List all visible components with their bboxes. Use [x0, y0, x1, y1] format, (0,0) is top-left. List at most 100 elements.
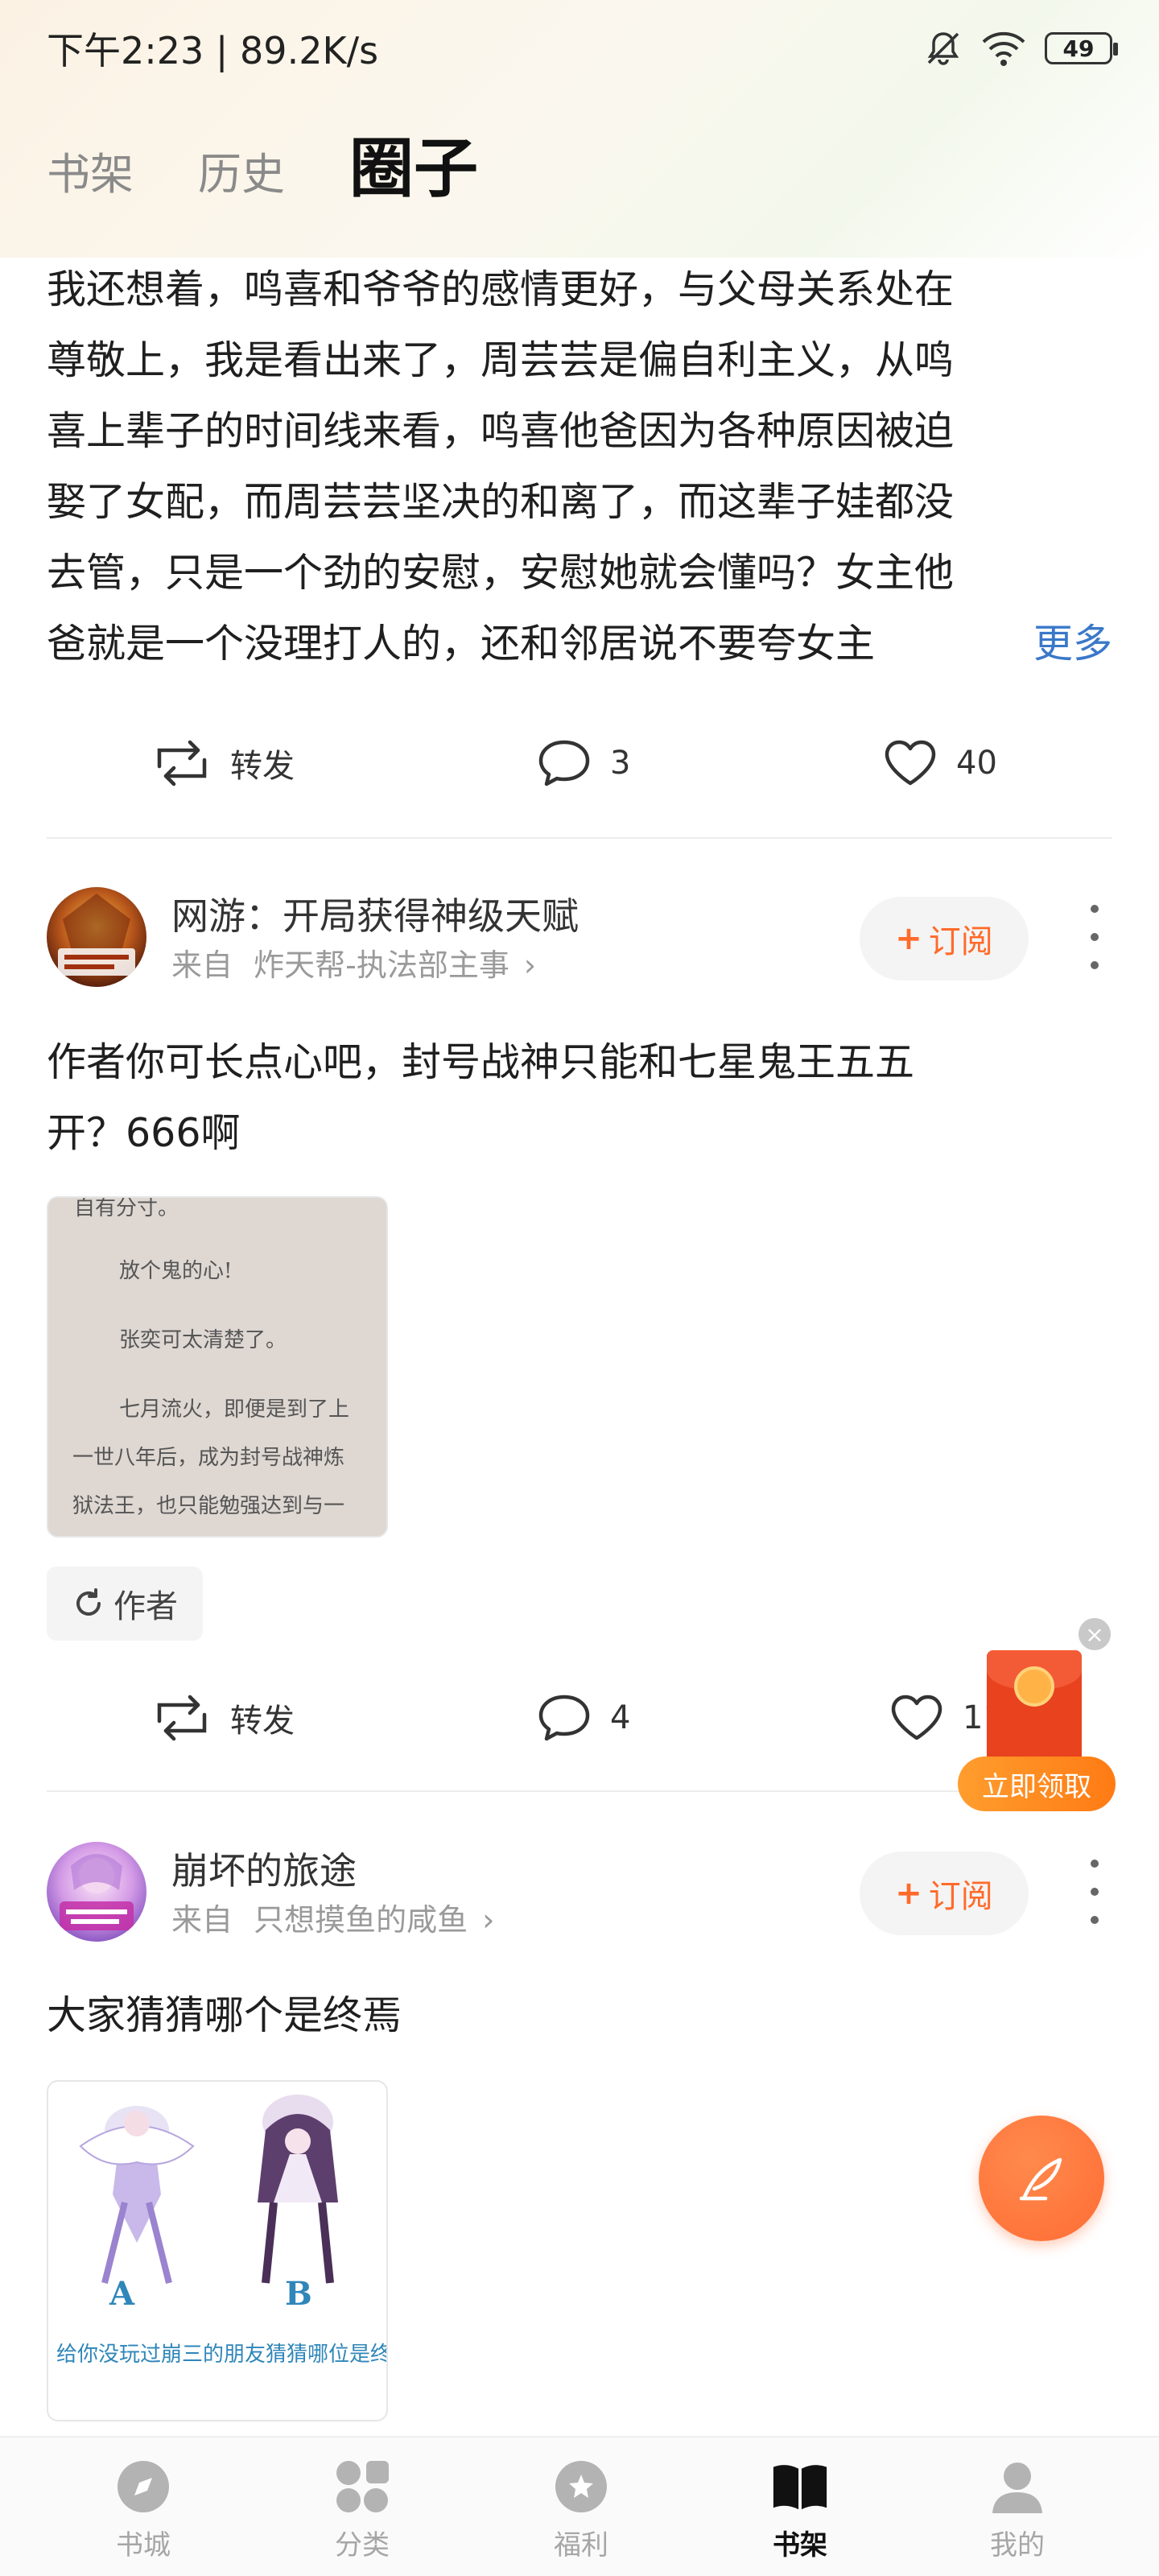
comment-icon	[538, 740, 590, 786]
refresh-icon	[76, 1588, 101, 1616]
post3-text[interactable]: 大家猜猜哪个是终焉	[47, 1980, 1117, 2051]
post2-text[interactable]: 作者你可长点心吧，封号战神只能和七星鬼王五五 开？666啊	[47, 1027, 1117, 1169]
post2-source[interactable]: 来自 炸天帮-执法部主事 ›	[171, 940, 536, 985]
book-icon	[770, 2457, 830, 2516]
tab-circle[interactable]: 圈子	[349, 137, 478, 201]
post1-comment-button[interactable]: 3	[536, 737, 630, 789]
floating-red-envelope[interactable]: × 立即领取	[958, 1618, 1119, 1819]
post2-comment-count: 4	[610, 1699, 631, 1736]
post2-line: 作者你可长点心吧，封号战神只能和七星鬼王五五	[47, 1039, 915, 1085]
nav-label: 分类	[335, 2529, 390, 2562]
post3-book-title[interactable]: 崩坏的旅途	[171, 1842, 357, 1895]
post1-line: 尊敬上，我是看出来了，周芸芸是偏自利主义，从鸣	[47, 337, 955, 383]
nav-label: 书架	[773, 2529, 827, 2562]
chevron-right-icon: ›	[482, 1902, 495, 1938]
post2-subscribe-button[interactable]: + 订阅	[860, 897, 1029, 980]
post1-line: 喜上辈子的时间线来看，鸣喜他爸因为各种原因被迫	[47, 408, 955, 454]
post3-image[interactable]: A B 给你没玩过崩三的朋友猜猜哪位是终焉律者	[47, 2080, 388, 2421]
post1-repost-button[interactable]: 转发	[151, 739, 295, 787]
nav-item-bookstore[interactable]: 书城	[79, 2457, 208, 2562]
image-text-line: 放个鬼的心!	[119, 1259, 233, 1283]
top-tabs: 书架 历史 圈子	[47, 137, 478, 201]
nav-label: 书城	[116, 2529, 171, 2562]
image-text-line: 狱法王，也只能勉强达到与一	[72, 1494, 345, 1518]
nav-item-bookshelf[interactable]: 书架	[736, 2457, 864, 2562]
plus-icon: +	[895, 920, 922, 957]
post1-more-link[interactable]: 更多	[960, 609, 1112, 679]
image-text-line: 一世八年后，成为封号战神炼	[72, 1446, 345, 1470]
post1-like-count: 40	[956, 745, 997, 782]
repost-icon	[157, 740, 207, 786]
post3-more-options-icon[interactable]	[1087, 1860, 1103, 1924]
image-label-b: B	[285, 2275, 312, 2313]
repost-icon	[157, 1695, 207, 1741]
battery-level: 49	[1062, 35, 1095, 62]
image-text-line: 张奕可太清楚了。	[119, 1328, 287, 1352]
subscribe-label: 订阅	[928, 923, 993, 960]
image-label-a: A	[109, 2275, 135, 2313]
chevron-right-icon: ›	[523, 947, 537, 983]
post3-source[interactable]: 来自 只想摸鱼的咸鱼 ›	[171, 1895, 494, 1939]
bottom-navigation: 书城 分类 福利 书架 我的	[0, 2436, 1159, 2576]
post3-subscribe-button[interactable]: + 订阅	[860, 1852, 1029, 1935]
post2-header: 网游：开局获得神级天赋 来自 炸天帮-执法部主事 › + 订阅	[47, 887, 1117, 992]
red-envelope-icon	[987, 1650, 1082, 1763]
author-tag-chip[interactable]: 作者	[47, 1567, 203, 1641]
post1-like-button[interactable]: 40	[882, 738, 997, 788]
post-divider	[47, 837, 1112, 839]
book-cover-avatar[interactable]	[47, 1842, 146, 1942]
status-icons: 49	[924, 29, 1118, 68]
nav-item-category[interactable]: 分类	[298, 2457, 427, 2562]
post2-more-options-icon[interactable]	[1087, 905, 1103, 969]
tab-bookshelf[interactable]: 书架	[47, 153, 134, 201]
post1-line: 我还想着，鸣喜和爷爷的感情更好，与父母关系处在	[47, 266, 955, 312]
post2-repost-label: 转发	[230, 1703, 295, 1740]
status-time-speed: 下午2:23 | 89.2K/s	[47, 29, 379, 72]
post3-header: 崩坏的旅途 来自 只想摸鱼的咸鱼 › + 订阅	[47, 1842, 1117, 1946]
post-divider	[47, 1790, 1112, 1792]
compose-button[interactable]	[979, 2116, 1104, 2241]
post1-comment-count: 3	[610, 745, 631, 782]
post3-from-name: 只想摸鱼的咸鱼	[254, 1902, 468, 1938]
nav-label: 福利	[554, 2529, 608, 2562]
battery-icon: 49	[1045, 32, 1118, 64]
author-tag-label: 作者	[113, 1588, 178, 1625]
post2-comment-button[interactable]: 4	[536, 1692, 630, 1744]
post3-from-label: 来自	[171, 1902, 233, 1938]
post2-from-name: 炸天帮-执法部主事	[254, 947, 509, 983]
claim-now-button[interactable]: 立即领取	[958, 1757, 1116, 1811]
plus-icon: +	[895, 1875, 922, 1912]
post2-image[interactable]: 自有分寸。 放个鬼的心! 张奕可太清楚了。 七月流火，即便是到了上 一世八年后，…	[47, 1196, 388, 1538]
post2-from-label: 来自	[171, 947, 233, 983]
character-illustration	[79, 2095, 338, 2284]
post2-repost-button[interactable]: 转发	[151, 1694, 295, 1742]
heart-icon	[891, 1695, 942, 1740]
grid-icon	[332, 2457, 392, 2516]
image-text-line: 七月流火，即便是到了上	[119, 1397, 350, 1422]
post2-book-title[interactable]: 网游：开局获得神级天赋	[171, 887, 579, 940]
post1-repost-label: 转发	[230, 748, 295, 785]
post1-actions: 转发 3 40	[0, 723, 1159, 803]
post1-line: 娶了女配，而周芸芸坚决的和离了，而这辈子娃都没	[47, 479, 955, 525]
post3-line: 大家猜猜哪个是终焉	[47, 1992, 402, 2038]
post1-text[interactable]: 我还想着，鸣喜和爷爷的感情更好，与父母关系处在 尊敬上，我是看出来了，周芸芸是偏…	[47, 254, 1117, 679]
status-bar: 下午2:23 | 89.2K/s 49	[0, 0, 1159, 97]
post2-line: 开？666啊	[47, 1110, 241, 1156]
comment-icon	[538, 1695, 590, 1741]
image-text-line: 自有分寸。	[74, 1196, 179, 1220]
post1-line: 爸就是一个没理打人的，还和邻居说不要夸女主	[47, 621, 876, 667]
heart-icon	[885, 740, 936, 786]
image-caption: 给你没玩过崩三的朋友猜猜哪位是终焉律者	[56, 2343, 388, 2367]
user-icon	[988, 2457, 1047, 2516]
book-cover-avatar[interactable]	[47, 887, 146, 987]
subscribe-label: 订阅	[928, 1878, 993, 1915]
post1-line: 去管，只是一个劲的安慰，安慰她就会懂吗？女主他	[47, 550, 955, 596]
nav-item-mine[interactable]: 我的	[953, 2457, 1082, 2562]
wifi-icon	[982, 31, 1025, 66]
nav-label: 我的	[990, 2529, 1045, 2562]
compass-icon	[113, 2457, 173, 2516]
nav-item-welfare[interactable]: 福利	[517, 2457, 645, 2562]
tab-history[interactable]: 历史	[198, 153, 285, 201]
close-icon[interactable]: ×	[1079, 1618, 1111, 1650]
gift-icon	[551, 2457, 611, 2516]
